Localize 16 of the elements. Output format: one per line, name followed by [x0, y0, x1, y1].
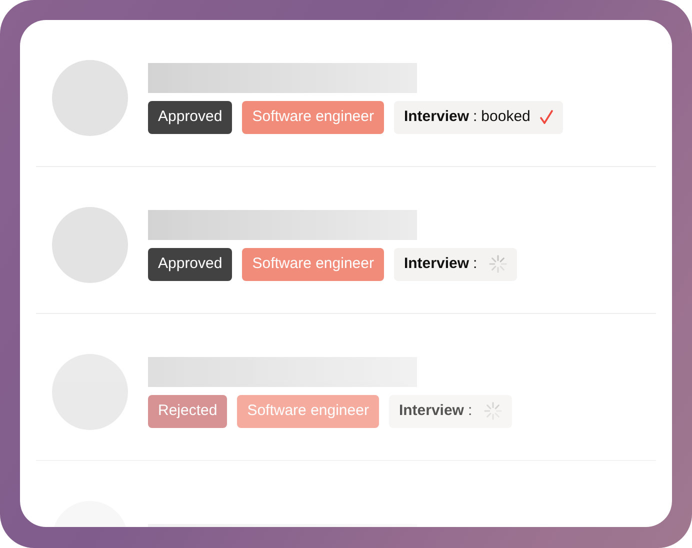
check-icon — [540, 110, 554, 124]
separator: : — [473, 254, 478, 274]
loading-spinner-icon — [484, 402, 502, 420]
role-tag: Software engineer — [242, 248, 384, 280]
role-tag: Software engineer — [242, 100, 384, 134]
separator: : — [468, 400, 472, 421]
status-tag: Rejected — [148, 394, 228, 428]
interview-label: Interview — [398, 400, 464, 421]
interview-status: booked — [481, 106, 530, 127]
status-tag: Approved — [148, 248, 232, 280]
interview-label: Interview — [404, 254, 469, 274]
loading-spinner-icon — [489, 255, 508, 273]
separator: : — [473, 106, 478, 127]
role-tag: Software engineer — [237, 394, 379, 428]
status-tag: Approved — [148, 100, 232, 134]
interview-label: Interview — [404, 106, 469, 127]
